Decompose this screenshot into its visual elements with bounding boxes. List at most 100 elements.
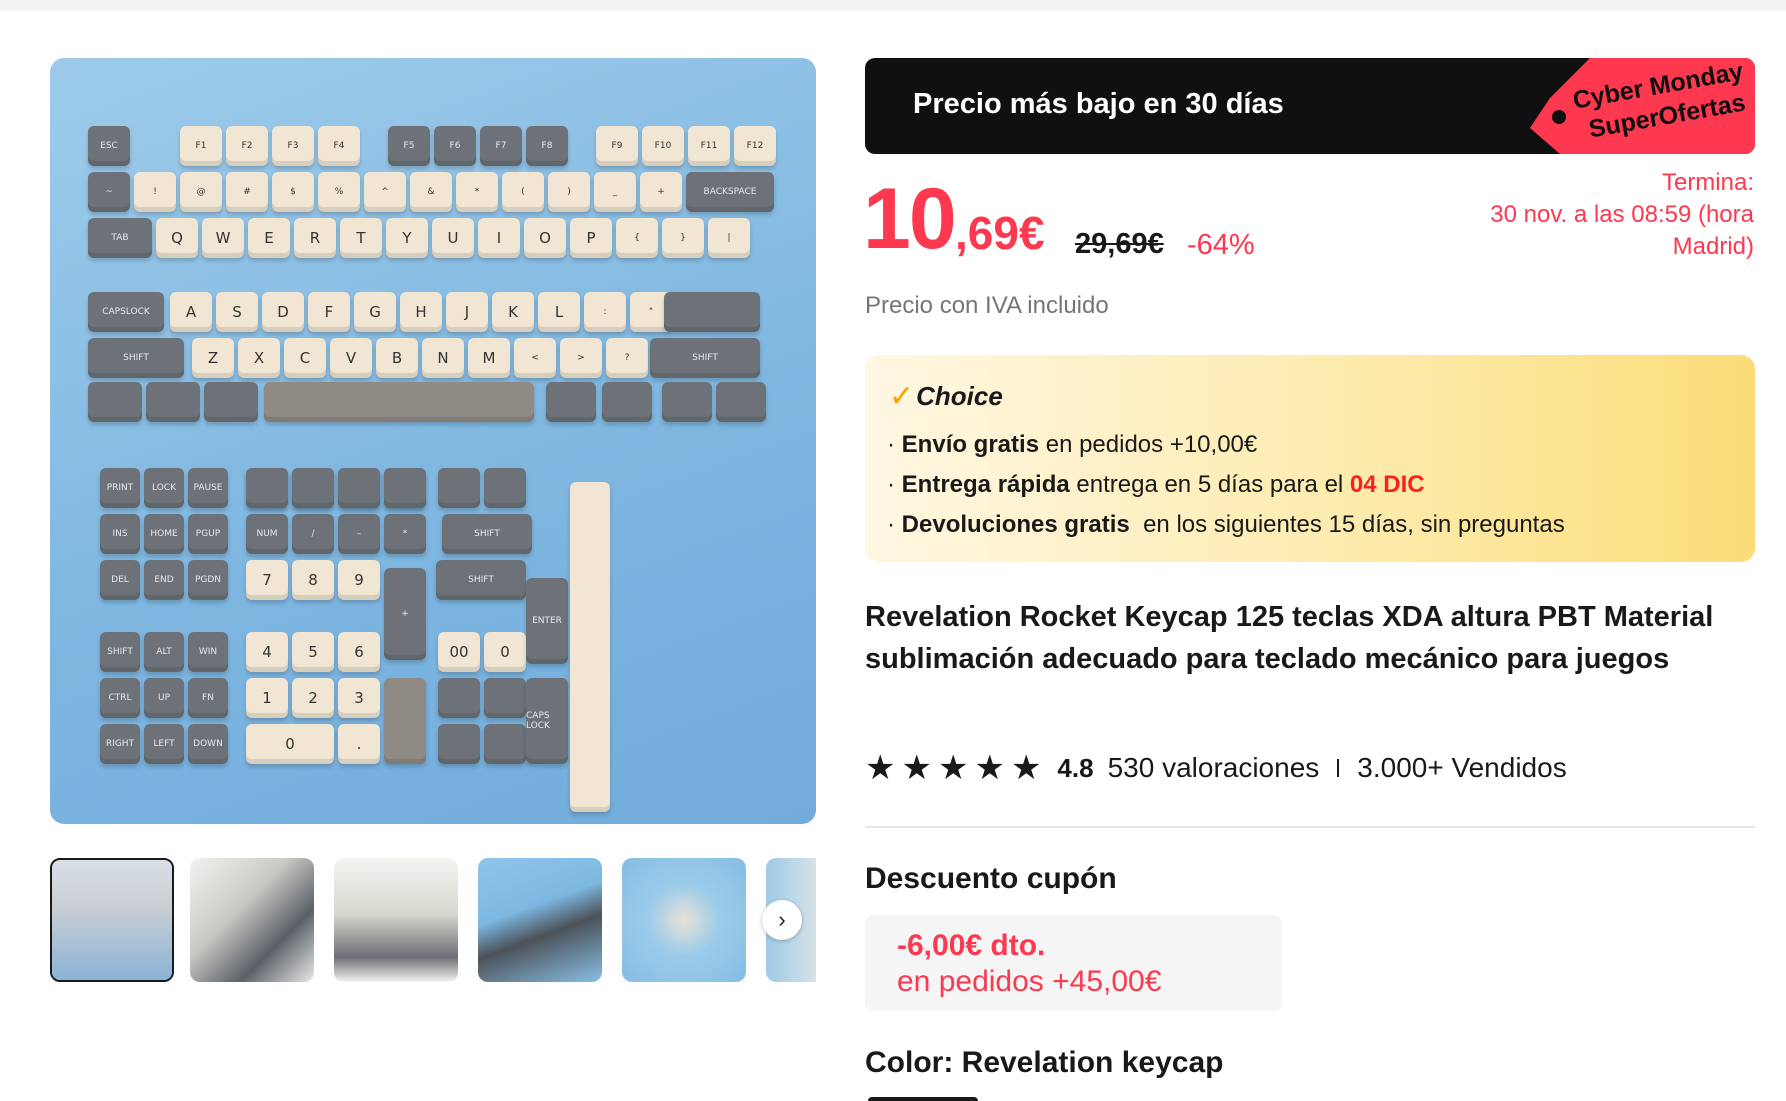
keycap: 0: [246, 724, 334, 764]
keycap: [292, 468, 334, 508]
keycap: >: [560, 338, 602, 378]
delivery-date: 04 DIC: [1349, 471, 1425, 498]
keycap: [662, 382, 712, 422]
keycap: CTRL: [100, 678, 140, 718]
keycap: PAUSE: [188, 468, 228, 508]
keycap: P: [570, 218, 612, 258]
cyber-monday-tag: Cyber Monday SuperOfertas: [1520, 58, 1755, 154]
keycap: NUM: [246, 514, 288, 554]
keycap: END: [144, 560, 184, 600]
keycap: J: [446, 292, 488, 332]
choice-benefits-box[interactable]: ✓ Choice · Envío gratis en pedidos +10,0…: [865, 355, 1755, 562]
benefit-title: Devoluciones gratis: [901, 511, 1130, 538]
keycap: [602, 382, 652, 422]
keycap: N: [422, 338, 464, 378]
coupon-card[interactable]: -6,00€ dto. en pedidos +45,00€: [865, 915, 1282, 1011]
keycap: [664, 292, 760, 332]
choice-logo: ✓ Choice: [889, 379, 1003, 414]
promo-banner: Precio más bajo en 30 días Cyber Monday …: [865, 58, 1755, 154]
keycap: F6: [434, 126, 476, 166]
benefit-text: entrega en 5 días para el: [1069, 471, 1350, 498]
thumbnail-keyboard-angle[interactable]: [190, 858, 314, 982]
original-price: 29,69€: [1075, 228, 1164, 260]
keycap: [546, 382, 596, 422]
keycap: ): [548, 172, 590, 212]
keycap: [438, 678, 480, 718]
keycap: /: [292, 514, 334, 554]
keycap: 0: [484, 632, 526, 672]
tag-hole-icon: [1552, 110, 1566, 124]
keycap: [264, 382, 534, 422]
keycap: DOWN: [188, 724, 228, 764]
keycap: F5: [388, 126, 430, 166]
thumbnail-strip: [50, 858, 816, 984]
promo-banner-text: Precio más bajo en 30 días: [913, 88, 1284, 120]
keycap: 6: [338, 632, 380, 672]
keycap: F8: [526, 126, 568, 166]
keycap: *: [384, 514, 426, 554]
keycap: LEFT: [144, 724, 184, 764]
offer-ends-value: 30 nov. a las 08:59 (hora Madrid): [1490, 201, 1754, 260]
keycap: [246, 468, 288, 508]
keycap: [484, 678, 526, 718]
keycap: :: [584, 292, 626, 332]
keycap: |: [708, 218, 750, 258]
keycap: PGUP: [188, 514, 228, 554]
keycap: FN: [188, 678, 228, 718]
discount-percent: -64%: [1187, 229, 1255, 261]
benefit-text: en los siguientes 15 días, sin preguntas: [1129, 511, 1565, 538]
keycap: A: [170, 292, 212, 332]
keycap: CAPSLOCK: [88, 292, 164, 332]
chevron-right-icon[interactable]: ›: [762, 900, 802, 940]
separator: [1337, 759, 1340, 777]
main-product-image[interactable]: ESC F1 F2 F3 F4 F5 F6 F7 F8 F9 F10 F11 F12 ~! @ # $% ^ & *(…: [50, 58, 816, 824]
keycap: %: [318, 172, 360, 212]
keycap: *: [456, 172, 498, 212]
choice-title: Choice: [916, 381, 1003, 411]
keycap: F10: [642, 126, 684, 166]
keycap: K: [492, 292, 534, 332]
keycap: 5: [292, 632, 334, 672]
color-swatch[interactable]: [868, 1097, 978, 1101]
benefit-free-shipping: · Envío gratis en pedidos +10,00€: [887, 431, 1258, 458]
keycap: X: [238, 338, 280, 378]
star-icon: ★: [901, 749, 932, 787]
keycap: F4: [318, 126, 360, 166]
keycap: ~: [88, 172, 130, 212]
star-icon: ★: [865, 749, 896, 787]
keycap: F7: [480, 126, 522, 166]
keycap: SHIFT: [88, 338, 184, 378]
keycap: F9: [596, 126, 638, 166]
keycap: [384, 468, 426, 508]
keycap: Z: [192, 338, 234, 378]
keycap: LOCK: [144, 468, 184, 508]
offer-ends-label: Termina:: [1661, 169, 1754, 196]
keycap: (: [502, 172, 544, 212]
keycap: U: [432, 218, 474, 258]
keycap: 00: [438, 632, 480, 672]
offer-ends: Termina: 30 nov. a las 08:59 (hora Madri…: [1434, 167, 1754, 263]
thumbnail-keyboard-closeup[interactable]: [334, 858, 458, 982]
thumbnail-loose-keycaps[interactable]: [622, 858, 746, 982]
checkmark-icon: ✓: [889, 380, 915, 413]
keycap: F3: [272, 126, 314, 166]
keycap: _: [594, 172, 636, 212]
keycap: C: [284, 338, 326, 378]
divider: [865, 826, 1755, 828]
keycap: #: [226, 172, 268, 212]
keycap: Q: [156, 218, 198, 258]
thumbnail-keyboard-blue[interactable]: [478, 858, 602, 982]
benefit-title: Entrega rápida: [901, 471, 1070, 498]
keycap: E: [248, 218, 290, 258]
keycap: 7: [246, 560, 288, 600]
keycap: F11: [688, 126, 730, 166]
keycap: SHIFT: [436, 560, 526, 600]
coupon-amount: -6,00€ dto.: [897, 929, 1046, 962]
keycap: {: [616, 218, 658, 258]
keycap: +: [640, 172, 682, 212]
keycap: [338, 468, 380, 508]
keycap: [484, 468, 526, 508]
star-icon: ★: [937, 749, 969, 787]
thumbnail-keycap-set[interactable]: [50, 858, 174, 982]
reviews-link[interactable]: 530 valoraciones: [1108, 752, 1320, 784]
